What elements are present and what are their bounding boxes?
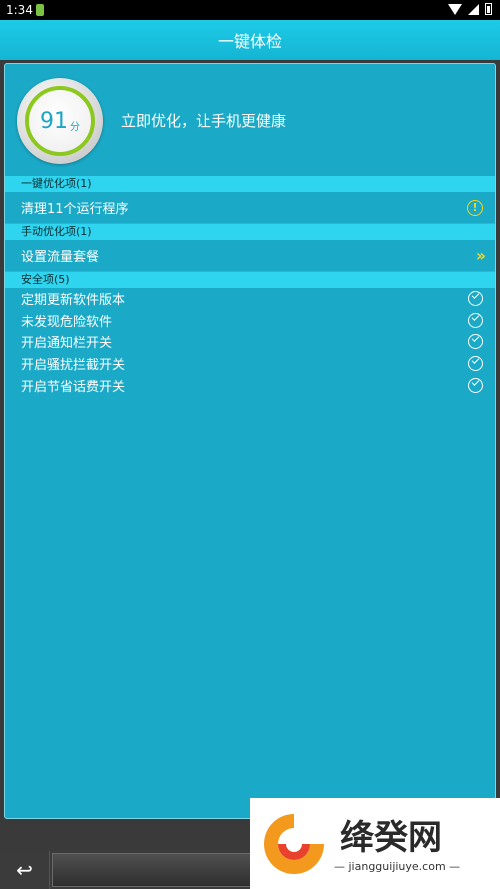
list-item-label: 开启骚扰拦截开关 — [21, 358, 126, 374]
double-chevron-icon: ›› — [475, 246, 486, 265]
check-icon — [468, 377, 483, 393]
cellular-signal-icon — [468, 4, 479, 15]
status-bar: 1:34 — [0, 0, 500, 20]
score-area: 91 分 立即优化，让手机更健康 — [5, 64, 495, 176]
watermark: 绛癸网 — jiangguijiuye.com — — [250, 798, 500, 889]
list-item[interactable]: 清理11个运行程序 ! — [5, 192, 495, 224]
list-item-label: 设置流量套餐 — [21, 250, 100, 265]
section-header-manual: 手动优化项(1) — [5, 224, 495, 240]
list-item[interactable]: 定期更新软件版本 — [5, 288, 495, 310]
score-unit: 分 — [70, 121, 80, 133]
score-badge[interactable]: 91 分 — [17, 78, 103, 164]
list-item-label: 未发现危险软件 — [21, 314, 113, 330]
list-item-label: 开启节省话费开关 — [21, 379, 126, 395]
watermark-logo-icon — [264, 814, 324, 874]
list-item-label: 定期更新软件版本 — [21, 293, 126, 309]
checkup-panel: 91 分 立即优化，让手机更健康 一键优化项(1) 清理11个运行程序 ! 手动… — [4, 63, 496, 819]
list-item[interactable]: 开启通知栏开关 — [5, 331, 495, 353]
battery-icon — [485, 3, 492, 15]
warning-icon: ! — [467, 199, 483, 216]
status-time: 1:34 — [6, 3, 33, 17]
list-item[interactable]: 开启骚扰拦截开关 — [5, 353, 495, 375]
section-header-one-click: 一键优化项(1) — [5, 176, 495, 192]
title-bar: 一键体检 — [0, 20, 500, 60]
check-icon — [468, 334, 483, 350]
score-message: 立即优化，让手机更健康 — [121, 112, 287, 130]
list-item[interactable]: 未发现危险软件 — [5, 310, 495, 332]
app-notification-icon — [36, 4, 44, 16]
score-value: 91 — [40, 108, 68, 134]
list-item-label: 开启通知栏开关 — [21, 336, 113, 352]
section-header-security: 安全项(5) — [5, 272, 495, 288]
watermark-title: 绛癸网 — [340, 818, 442, 858]
check-icon — [468, 312, 483, 328]
list-item-label: 清理11个运行程序 — [21, 202, 129, 217]
list-item[interactable]: 开启节省话费开关 — [5, 374, 495, 396]
back-button[interactable]: ↩ — [0, 851, 50, 889]
check-icon — [468, 356, 483, 372]
check-icon — [468, 291, 483, 307]
watermark-url: — jiangguijiuye.com — — [334, 860, 461, 873]
list-item[interactable]: 设置流量套餐 ›› — [5, 240, 495, 272]
page-title: 一键体检 — [217, 32, 282, 51]
wifi-icon — [448, 4, 462, 15]
